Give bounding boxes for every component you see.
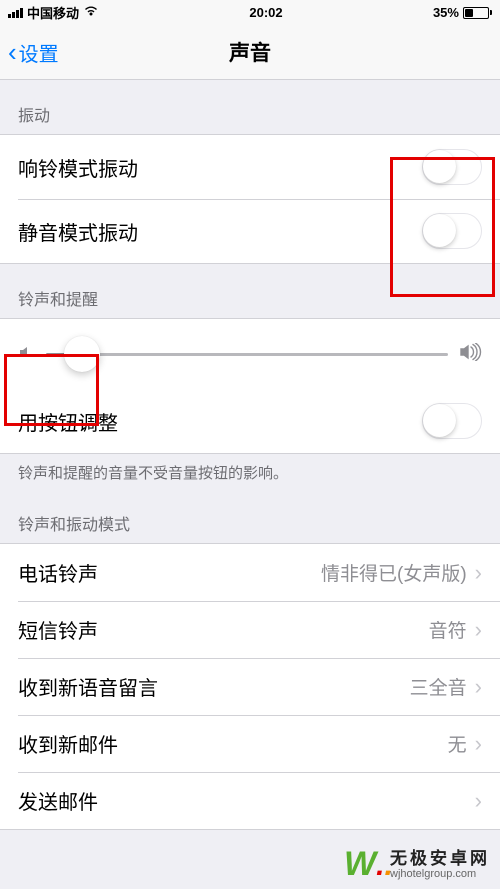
cell-value: 情非得已(女声版) › — [321, 559, 482, 586]
back-button[interactable]: ‹ 设置 — [0, 38, 59, 67]
cell-label: 收到新语音留言 — [18, 672, 158, 701]
page-title: 声音 — [229, 37, 271, 67]
time-label: 20:02 — [249, 5, 282, 20]
wifi-icon — [83, 5, 99, 20]
watermark-text: 无极安卓网 wjhotelgroup.com — [390, 850, 490, 881]
ringer-group: 用按钮调整 — [0, 318, 500, 454]
signal-icon — [8, 8, 23, 18]
section-header-vibrate: 振动 — [0, 80, 500, 134]
volume-slider[interactable] — [46, 353, 448, 356]
cell-value: 音符 › — [429, 616, 482, 643]
chevron-right-icon: › — [475, 731, 482, 757]
change-with-buttons-cell: 用按钮调整 — [0, 389, 500, 453]
carrier-label: 中国移动 — [27, 3, 79, 22]
texttone-cell[interactable]: 短信铃声 音符 › — [0, 601, 500, 658]
vibrate-on-silent-cell: 静音模式振动 — [0, 199, 500, 263]
section-header-pattern: 铃声和振动模式 — [0, 489, 500, 543]
sentmail-cell[interactable]: 发送邮件 › — [0, 772, 500, 829]
section-header-ringer: 铃声和提醒 — [0, 264, 500, 318]
speaker-high-icon — [460, 343, 482, 366]
battery-percent: 35% — [433, 5, 459, 20]
status-right: 35% — [433, 5, 492, 20]
cell-label: 收到新邮件 — [18, 729, 118, 758]
vibrate-on-silent-switch[interactable] — [422, 213, 482, 249]
cell-label: 用按钮调整 — [18, 407, 118, 436]
chevron-right-icon: › — [475, 617, 482, 643]
status-left: 中国移动 — [8, 3, 99, 22]
section-footer-ringer: 铃声和提醒的音量不受音量按钮的影响。 — [0, 454, 500, 489]
back-label: 设置 — [19, 38, 59, 67]
newmail-cell[interactable]: 收到新邮件 无 › — [0, 715, 500, 772]
nav-bar: ‹ 设置 声音 — [0, 25, 500, 80]
vibrate-group: 响铃模式振动 静音模式振动 — [0, 134, 500, 264]
voicemail-cell[interactable]: 收到新语音留言 三全音 › — [0, 658, 500, 715]
cell-label: 静音模式振动 — [18, 217, 138, 246]
speaker-low-icon — [18, 344, 34, 365]
cell-label: 电话铃声 — [18, 558, 98, 587]
pattern-group: 电话铃声 情非得已(女声版) › 短信铃声 音符 › 收到新语音留言 三全音 ›… — [0, 543, 500, 830]
chevron-right-icon: › — [475, 788, 482, 814]
slider-thumb[interactable] — [64, 336, 100, 372]
cell-label: 发送邮件 — [18, 786, 98, 815]
battery-icon — [463, 7, 492, 19]
status-bar: 中国移动 20:02 35% — [0, 0, 500, 25]
cell-value: 三全音 › — [410, 673, 482, 700]
watermark: W.. 无极安卓网 wjhotelgroup.com — [344, 847, 490, 883]
chevron-left-icon: ‹ — [8, 39, 17, 65]
cell-value: 无 › — [448, 730, 482, 757]
change-with-buttons-switch[interactable] — [422, 403, 482, 439]
watermark-logo-icon: W.. — [344, 847, 384, 883]
chevron-right-icon: › — [475, 560, 482, 586]
vibrate-on-ring-cell: 响铃模式振动 — [0, 135, 500, 199]
volume-slider-cell — [0, 319, 500, 389]
cell-label: 响铃模式振动 — [18, 153, 138, 182]
cell-value: › — [467, 788, 482, 814]
cell-label: 短信铃声 — [18, 615, 98, 644]
chevron-right-icon: › — [475, 674, 482, 700]
vibrate-on-ring-switch[interactable] — [422, 149, 482, 185]
ringtone-cell[interactable]: 电话铃声 情非得已(女声版) › — [0, 544, 500, 601]
